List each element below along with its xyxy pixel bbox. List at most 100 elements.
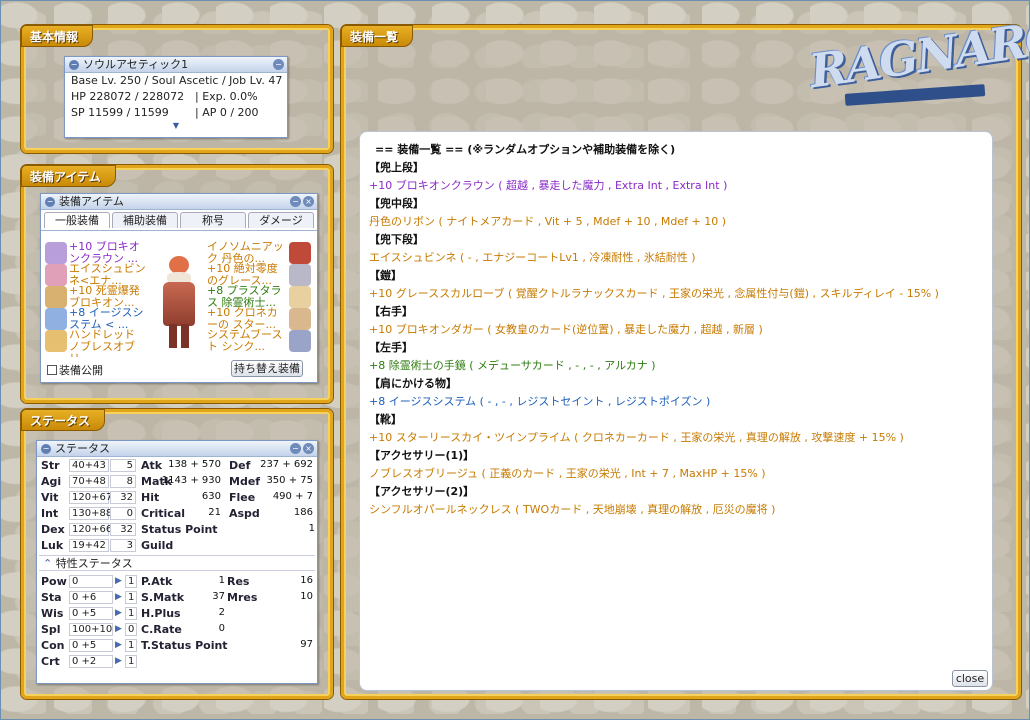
equip-item-title: 装備アイテム (21, 165, 116, 187)
trait-name: Con (41, 639, 65, 652)
derived-value: 21 (208, 507, 221, 518)
equip-slot-left[interactable]: ハンドレッド ノブレスオブリ... (43, 328, 153, 362)
equip-entry-text: シンフルオパールネックレス ( TWOカード , 天地崩壊 , 真理の解放 , … (369, 503, 776, 516)
collapse-icon[interactable]: − (69, 60, 79, 70)
trait-derived-name: H.Plus (141, 607, 181, 620)
equip-entry-text: +8 除霊術士の手鏡 ( メデューサカード , - , - , アルカナ ) (369, 359, 656, 372)
derived-value: 1 (308, 523, 315, 534)
trait-name: Crt (41, 655, 60, 668)
minimize-icon[interactable]: − (290, 196, 301, 207)
trait-name: Spl (41, 623, 61, 636)
trait-derived-value: 16 (300, 575, 313, 586)
stat-bonus: 32 (110, 491, 136, 504)
equip-item-window-title: 装備アイテム (59, 195, 124, 208)
stat-name: Str (41, 459, 60, 472)
equip-slot-heading: 【肩にかける物】 (369, 377, 457, 390)
close-icon[interactable]: × (303, 443, 314, 454)
trait-name: Pow (41, 575, 67, 588)
tab-damage[interactable]: ダメージ (248, 212, 314, 228)
derived-value: 1143 + 930 (161, 475, 221, 486)
equip-entry-text: +8 イージスシステム ( - , - , レジストセイント , レジストポイズ… (369, 395, 711, 408)
character-name: ソウルアセティック1 (83, 58, 189, 71)
trait-bonus: 1 (125, 591, 137, 604)
status-titlebar[interactable]: − ステータス − × (37, 441, 317, 457)
trait-derived-name: Mres (227, 591, 258, 604)
trait-derived-name: S.Matk (141, 591, 185, 604)
equip-item-titlebar[interactable]: − 装備アイテム − × (41, 194, 317, 210)
equip-slot-heading: 【右手】 (369, 305, 413, 318)
status-frame: ステータス − ステータス − × Str 40+43 5 Agi 70+48 8 Vit 1… (21, 409, 333, 699)
minimize-icon[interactable]: − (290, 443, 301, 454)
increase-arrow-icon[interactable]: ▶ (115, 576, 122, 586)
public-equip-checkbox[interactable]: 装備公開 (47, 362, 103, 378)
stat-bonus: 8 (110, 475, 136, 488)
tab-support-equip[interactable]: 補助装備 (112, 212, 178, 228)
hp-line: HP 228072 / 228072 | Exp. 0.0% (71, 90, 258, 103)
collapse-icon[interactable]: − (45, 197, 55, 207)
ragnarok-logo: RAGNAROK (806, 4, 1030, 111)
minimize-icon[interactable]: − (273, 59, 284, 70)
equip-item-frame: 装備アイテム − 装備アイテム − × 一般装備 補助装備 称号 ダメージ +1… (21, 165, 333, 403)
stat-bonus: 3 (110, 539, 136, 552)
close-button[interactable]: close (952, 670, 988, 687)
trait-status-header[interactable]: ⌃ 特性ステータス (39, 555, 315, 571)
derived-value: 237 + 692 (260, 459, 313, 470)
trait-value: 0 (69, 575, 113, 588)
derived-name: Status Point (141, 523, 218, 536)
status-window: − ステータス − × Str 40+43 5 Agi 70+48 8 Vit 120+67 3… (36, 440, 318, 684)
close-icon[interactable]: × (303, 196, 314, 207)
trait-bonus: 1 (125, 639, 137, 652)
equip-entry-text: +10 ブロキオンダガー ( 女教皇のカード(逆位置) , 暴走した魔力 , 超… (369, 323, 763, 336)
basic-info-title: 基本情報 (21, 25, 94, 47)
derived-value: 630 (201, 491, 221, 502)
necklace-icon (289, 330, 311, 352)
equip-item-window: − 装備アイテム − × 一般装備 補助装備 称号 ダメージ +10 ブロキオン… (40, 193, 318, 383)
equip-entry-text: 丹色のリボン ( ナイトメアカード , Vit + 5 , Mdef + 10 … (369, 215, 727, 228)
basic-info-titlebar[interactable]: − ソウルアセティック1 − (65, 57, 287, 73)
equip-list-title: 装備一覧 (341, 25, 414, 47)
character-sprite (153, 252, 205, 352)
equip-slot-heading: 【兜上段】 (369, 161, 424, 174)
tab-title[interactable]: 称号 (180, 212, 246, 228)
armor-icon (289, 264, 311, 286)
trait-derived-name: Res (227, 575, 250, 588)
increase-arrow-icon[interactable]: ▶ (115, 656, 122, 666)
dagger-icon (45, 286, 67, 308)
stat-bonus: 0 (110, 507, 136, 520)
equip-slot-name: システムブースト シンク... (207, 329, 283, 353)
expand-arrow-icon[interactable]: ▼ (65, 121, 287, 130)
increase-arrow-icon[interactable]: ▶ (115, 640, 122, 650)
equip-entry-text: エイスシュビンネ ( - , エナジーコートLv1 , 冷凍耐性 , 氷結耐性 … (369, 251, 696, 264)
collapse-icon[interactable]: − (41, 444, 51, 454)
tab-general-equip[interactable]: 一般装備 (44, 212, 110, 228)
derived-value: 350 + 75 (266, 475, 313, 486)
trait-derived-name: P.Atk (141, 575, 173, 588)
equip-slot-heading: 【鎧】 (369, 269, 402, 282)
increase-arrow-icon[interactable]: ▶ (115, 592, 122, 602)
equip-slot-right[interactable]: システムブースト シンク... (207, 328, 317, 362)
equip-slot-heading: 【左手】 (369, 341, 413, 354)
equip-entry-text: +10 グレーススカルローブ ( 覚醒クトルラナックスカード , 王家の栄光 ,… (369, 287, 939, 300)
derived-name: Flee (229, 491, 256, 504)
stat-name: Vit (41, 491, 59, 504)
trait-name: Sta (41, 591, 62, 604)
increase-arrow-icon[interactable]: ▶ (115, 608, 122, 618)
increase-arrow-icon[interactable]: ▶ (115, 624, 122, 634)
cape-icon (45, 308, 67, 330)
shoe-icon (289, 308, 311, 330)
crown-icon (45, 242, 67, 264)
basic-info-frame: 基本情報 − ソウルアセティック1 − Base Lv. 250 / Soul … (21, 25, 333, 153)
equip-entry-text: +10 ブロキオンクラウン ( 超越 , 暴走した魔力 , Extra Int … (369, 179, 728, 192)
trait-bonus: 0 (125, 623, 137, 636)
stat-value: 40+43 (69, 459, 109, 472)
trait-derived-value: 97 (300, 639, 313, 650)
equip-slot-heading: 【アクセサリー(1)】 (369, 449, 475, 462)
trait-value: 0 +6 (69, 591, 113, 604)
trait-derived-value: 37 (212, 591, 225, 602)
robe-icon (289, 242, 311, 264)
equip-slot-name: ハンドレッド ノブレスオブリ... (69, 329, 135, 357)
public-equip-label: 装備公開 (59, 364, 103, 377)
equip-list-header: == 装備一覧 == (※ランダムオプションや補助装備を除く) (375, 143, 676, 156)
switch-equip-button[interactable]: 持ち替え装備 (231, 360, 303, 377)
ribbon-icon (45, 264, 67, 286)
